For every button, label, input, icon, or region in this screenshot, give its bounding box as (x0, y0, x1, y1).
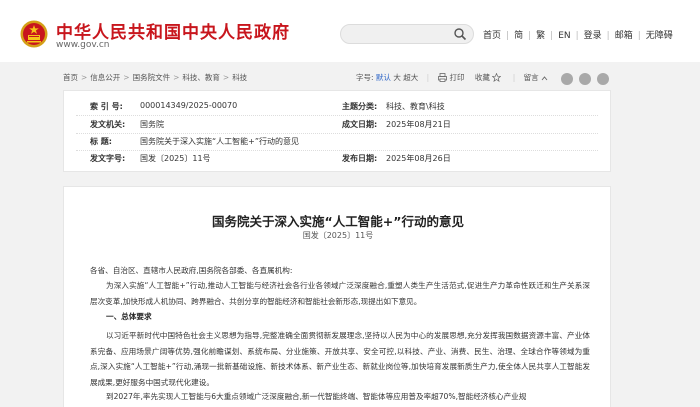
font-xlarge-button[interactable]: 超大 (403, 73, 418, 82)
breadcrumb-separator: > (173, 73, 180, 82)
breadcrumb-separator: > (123, 73, 130, 82)
chevron-up-icon (541, 76, 548, 81)
title-value: 国务院关于深入实施“人工智能+”行动的意见 (140, 137, 299, 146)
print-icon (437, 73, 447, 82)
nav-divider: | (575, 31, 579, 41)
nav-english[interactable]: EN (558, 31, 570, 41)
breadcrumb-separator: > (222, 73, 230, 82)
print-label: 打印 (449, 73, 465, 82)
nav-divider: | (506, 31, 510, 41)
tools-divider: | (512, 73, 516, 82)
published-date-label: 发布日期: (342, 154, 378, 163)
title-label: 标 题: (90, 137, 112, 146)
index-label: 索 引 号: (90, 102, 123, 111)
nav-home[interactable]: 首页 (483, 31, 501, 41)
issuer-label: 发文机关: (90, 120, 126, 129)
nav-divider: | (528, 31, 532, 41)
row-divider (76, 150, 598, 151)
breadcrumb-separator: > (81, 73, 88, 82)
search-icon[interactable] (453, 27, 467, 41)
nav-simplified[interactable]: 简 (514, 31, 523, 41)
nav-traditional[interactable]: 繁 (536, 31, 545, 41)
breadcrumb-info-open[interactable]: 信息公开 (90, 73, 120, 82)
index-value: 000014349/2025-00070 (140, 101, 238, 110)
font-large-button[interactable]: 大 (393, 73, 401, 82)
doc-number-value: 国发〔2025〕11号 (140, 154, 211, 163)
wechat-share-icon[interactable] (579, 70, 591, 89)
font-size-label: 字号: (356, 73, 374, 82)
message-button[interactable]: 留言 (524, 73, 551, 82)
breadcrumb-sci-edu[interactable]: 科技、教育 (182, 73, 220, 82)
font-default-button[interactable]: 默认 (376, 73, 391, 82)
qzone-share-icon[interactable] (597, 70, 609, 89)
national-emblem-icon[interactable] (20, 20, 48, 48)
nav-mail[interactable]: 邮箱 (615, 31, 633, 41)
breadcrumb-sci[interactable]: 科技 (232, 73, 247, 82)
print-button[interactable]: 打印 (437, 73, 465, 82)
document-info-table: 索 引 号: 000014349/2025-00070 主题分类: 科技、教育\… (63, 90, 611, 172)
article-doc-number: 国发〔2025〕11号 (302, 231, 374, 240)
article-tools: 字号: 默认 大 超大 | 打印 收藏 | 留言 (356, 72, 551, 83)
row-divider (76, 133, 598, 134)
tools-divider: | (426, 73, 430, 82)
nav-login[interactable]: 登录 (584, 31, 602, 41)
article-body: 国务院关于深入实施“人工智能+”行动的意见 国发〔2025〕11号 各省、自治区… (63, 186, 611, 407)
created-date-label: 成文日期: (342, 120, 378, 129)
nav-divider: | (637, 31, 641, 41)
site-url: www.gov.cn (56, 40, 110, 50)
article-title: 国务院关于深入实施“人工智能+”行动的意见 (212, 214, 464, 229)
nav-accessibility[interactable]: 无障碍 (646, 31, 673, 41)
issuer-value: 国务院 (140, 120, 164, 129)
nav-divider: | (550, 31, 554, 41)
created-date-value: 2025年08月21日 (386, 120, 451, 129)
favorite-button[interactable]: 收藏 (474, 72, 504, 83)
article-paragraph: 为深入实施“人工智能+”行动,推动人工智能与经济社会各行业各领域广泛深度融合,重… (90, 281, 590, 306)
topic-label: 主题分类: (342, 102, 378, 111)
article-recipients: 各省、自治区、直辖市人民政府,国务院各部委、各直属机构: (90, 266, 293, 275)
favorite-label: 收藏 (474, 73, 490, 82)
published-date-value: 2025年08月26日 (386, 154, 451, 163)
site-header: 中华人民共和国中央人民政府 www.gov.cn 首页 | 简 | 繁 | EN | 登录 | 邮箱… (0, 0, 700, 62)
row-divider (76, 115, 598, 116)
breadcrumb-home[interactable]: 首页 (63, 73, 78, 82)
section-heading: 一、总体要求 (106, 312, 152, 321)
message-label: 留言 (523, 73, 539, 82)
article-paragraph: 到2027年,率先实现人工智能与6大重点领域广泛深度融合,新一代智能终端、智能体… (106, 392, 527, 401)
nav-divider: | (606, 31, 610, 41)
top-nav: 首页 | 简 | 繁 | EN | 登录 | 邮箱 | 无障碍 (483, 28, 673, 41)
breadcrumb: 首页 > 信息公开 > 国务院文件 > 科技、教育 > 科技 (63, 72, 247, 83)
star-icon (491, 72, 502, 83)
article-paragraph: 以习近平新时代中国特色社会主义思想为指导,完整准确全面贯彻新发展理念,坚持以人民… (90, 331, 590, 387)
breadcrumb-state-docs[interactable]: 国务院文件 (133, 73, 171, 82)
topic-value: 科技、教育\科技 (386, 102, 445, 111)
doc-number-label: 发文字号: (90, 154, 126, 163)
search-box[interactable] (340, 24, 474, 44)
weibo-share-icon[interactable] (561, 70, 573, 89)
